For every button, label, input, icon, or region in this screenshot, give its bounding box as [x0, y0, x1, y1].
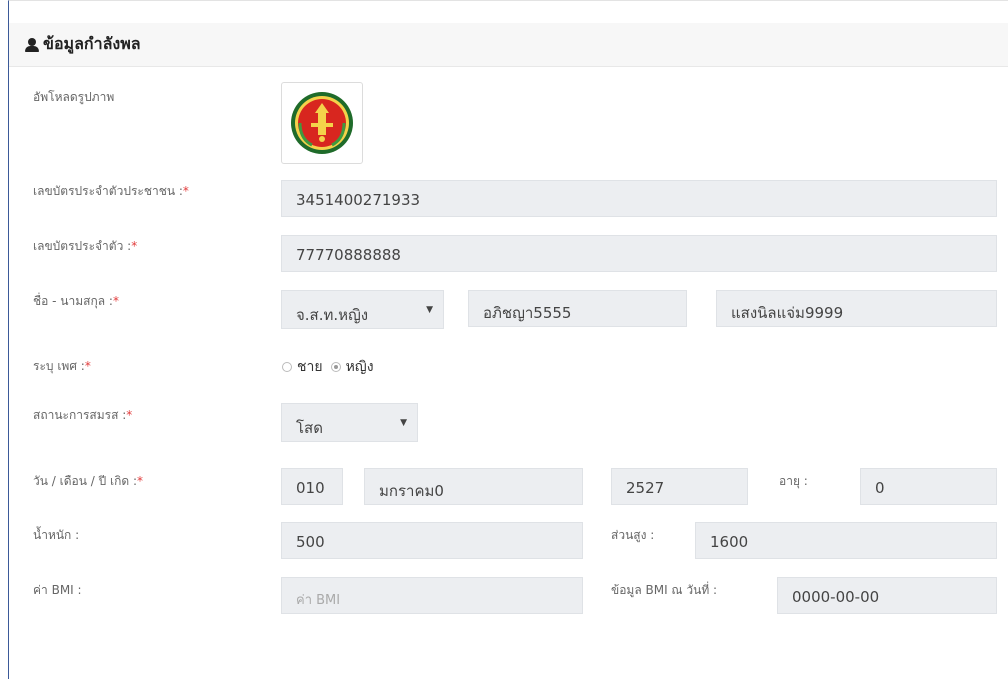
rank-select[interactable]: จ.ส.ท.หญิง ▼ [281, 290, 444, 329]
bmi-date-input[interactable]: 0000-00-00 [777, 577, 997, 614]
id-card-label-text: เลขบัตรประจำตัวประชาชน : [33, 184, 183, 198]
height-input[interactable]: 1600 [695, 522, 997, 559]
weight-input[interactable]: 500 [281, 522, 583, 559]
bmi-label: ค่า BMI : [33, 583, 82, 597]
rank-select-value: จ.ส.ท.หญิง [296, 306, 369, 324]
panel-title: ข้อมูลกำลังพล [43, 34, 141, 53]
required-mark: * [182, 184, 189, 198]
required-mark: * [126, 408, 133, 422]
height-label: ส่วนสูง : [611, 528, 655, 542]
emblem-icon [291, 92, 353, 154]
staff-id-label-text: เลขบัตรประจำตัว : [33, 239, 132, 253]
name-label: ชื่อ - นามสกุล :* [33, 292, 119, 311]
photo-upload[interactable] [281, 82, 363, 164]
chevron-down-icon: ▼ [400, 418, 407, 428]
dob-month-input[interactable]: มกราคม0 [364, 468, 583, 505]
marital-label: สถานะการสมรส :* [33, 406, 132, 425]
gender-radio-group: ชาย หญิง [282, 356, 374, 378]
marital-select[interactable]: โสด ▼ [281, 403, 418, 442]
required-mark: * [112, 294, 119, 308]
photo-label: อัพโหลดรูปภาพ [33, 90, 115, 104]
gender-label-text: ระบุ เพศ : [33, 359, 85, 373]
required-mark: * [84, 359, 91, 373]
gender-option-male-label: ชาย [297, 359, 323, 375]
age-label: อายุ : [779, 474, 808, 488]
panel-heading: ข้อมูลกำลังพล [9, 23, 1008, 67]
staff-id-input[interactable]: 77770888888 [281, 235, 997, 272]
required-mark: * [131, 239, 138, 253]
required-mark: * [137, 474, 144, 488]
last-name-input[interactable]: แสงนิลแจ่ม9999 [716, 290, 997, 327]
weight-label: น้ำหนัก : [33, 528, 80, 542]
gender-radio-male[interactable] [282, 362, 292, 372]
bmi-date-label: ข้อมูล BMI ณ วันที่ : [611, 583, 718, 597]
chevron-down-icon: ▼ [426, 305, 433, 315]
first-name-input[interactable]: อภิชญา5555 [468, 290, 687, 327]
gender-label: ระบุ เพศ :* [33, 357, 91, 376]
gender-radio-female[interactable] [330, 362, 341, 372]
name-label-text: ชื่อ - นามสกุล : [33, 294, 113, 308]
staff-id-label: เลขบัตรประจำตัว :* [33, 237, 137, 256]
dob-label: วัน / เดือน / ปี เกิด :* [33, 472, 143, 491]
id-card-input[interactable]: 3451400271933 [281, 180, 997, 217]
marital-label-text: สถานะการสมรส : [33, 408, 127, 422]
age-input[interactable]: 0 [860, 468, 997, 505]
dob-day-input[interactable]: 010 [281, 468, 343, 505]
dob-label-text: วัน / เดือน / ปี เกิด : [33, 474, 138, 488]
dob-year-input[interactable]: 2527 [611, 468, 748, 505]
id-card-label: เลขบัตรประจำตัวประชาชน :* [33, 182, 189, 201]
marital-select-value: โสด [296, 419, 323, 437]
user-icon [25, 37, 39, 52]
gender-option-female-label: หญิง [345, 359, 374, 375]
bmi-input[interactable]: ค่า BMI [281, 577, 583, 614]
